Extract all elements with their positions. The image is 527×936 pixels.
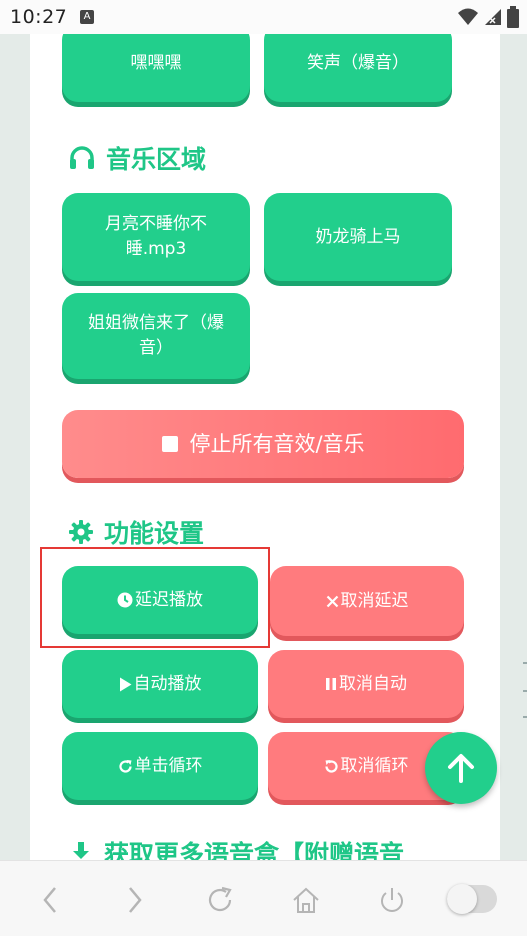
power-button[interactable] <box>375 883 409 917</box>
back-icon <box>43 887 56 913</box>
status-time: 10:27 <box>10 6 68 28</box>
play-icon <box>119 677 131 691</box>
undo-icon <box>324 759 338 773</box>
stop-all-button[interactable]: 停止所有音效/音乐 <box>62 410 464 478</box>
download-section-title[interactable]: 获取更多语音盒【附赠语音 <box>68 835 404 860</box>
cancel-delay-label: 取消延迟 <box>340 590 409 611</box>
cancel-loop-label: 取消循环 <box>340 755 409 776</box>
home-button[interactable] <box>289 883 323 917</box>
stop-icon <box>162 436 179 452</box>
sound-button-heiheihei[interactable]: 嘿嘿嘿 <box>62 34 250 102</box>
toggle-switch[interactable] <box>447 884 497 914</box>
headphones-icon <box>70 146 94 169</box>
sound-button-laugh[interactable]: 笑声（爆音） <box>264 34 452 102</box>
scroll-marker <box>523 690 527 692</box>
gear-icon <box>69 520 93 544</box>
forward-icon <box>129 887 142 913</box>
x-icon <box>326 595 338 607</box>
battery-icon <box>507 6 519 28</box>
toggle-knob <box>447 884 477 914</box>
music-section-label: 音乐区域 <box>106 145 207 174</box>
music-item-label: 月亮不睡你不睡.mp3 <box>105 214 207 259</box>
notification-badge: A <box>80 10 94 24</box>
music-item-sister-wechat[interactable]: 姐姐微信来了（爆音） <box>62 293 250 379</box>
signal-icon <box>485 9 501 25</box>
sound-button-label: 笑声（爆音） <box>307 52 409 73</box>
refresh-button[interactable] <box>204 883 238 917</box>
refresh-icon <box>208 886 232 912</box>
music-item-nailong[interactable]: 奶龙骑上马 <box>264 193 452 281</box>
cancel-auto-label: 取消自动 <box>339 673 407 694</box>
power-icon <box>381 888 403 912</box>
auto-play-label: 自动播放 <box>133 673 202 694</box>
settings-section-label: 功能设置 <box>104 519 205 548</box>
music-item-label: 姐姐微信来了（爆音） <box>88 313 224 358</box>
back-button[interactable] <box>33 883 67 917</box>
pause-icon <box>326 678 336 690</box>
wifi-icon <box>458 8 478 25</box>
scroll-to-top-button[interactable] <box>425 732 497 804</box>
forward-button[interactable] <box>118 883 152 917</box>
cancel-auto-button[interactable]: 取消自动 <box>268 650 464 718</box>
redo-icon <box>118 759 132 773</box>
click-loop-label: 单击循环 <box>134 755 203 776</box>
home-icon <box>293 887 319 913</box>
auto-play-button[interactable]: 自动播放 <box>62 650 258 718</box>
main-content: 嘿嘿嘿 笑声（爆音） 音乐区域 月亮不睡你不睡.mp3 奶龙骑上马 姐姐微信来了… <box>30 34 500 860</box>
download-icon <box>73 842 89 859</box>
settings-section-title: 功能设置 <box>68 514 204 550</box>
status-bar: 10:27 A <box>0 0 527 34</box>
sound-button-label: 嘿嘿嘿 <box>130 52 182 73</box>
cancel-delay-button[interactable]: 取消延迟 <box>270 566 464 636</box>
selection-highlight <box>40 547 270 648</box>
scroll-marker <box>523 716 527 718</box>
download-section-label: 获取更多语音盒【附赠语音 <box>104 840 405 860</box>
scroll-marker <box>523 662 527 664</box>
stop-all-label: 停止所有音效/音乐 <box>189 431 365 456</box>
music-item-moon[interactable]: 月亮不睡你不睡.mp3 <box>62 193 250 281</box>
click-loop-button[interactable]: 单击循环 <box>62 732 258 800</box>
music-item-label: 奶龙骑上马 <box>315 226 401 247</box>
arrow-up-icon <box>448 754 474 783</box>
music-section-title: 音乐区域 <box>68 140 206 176</box>
status-icons <box>457 6 519 28</box>
